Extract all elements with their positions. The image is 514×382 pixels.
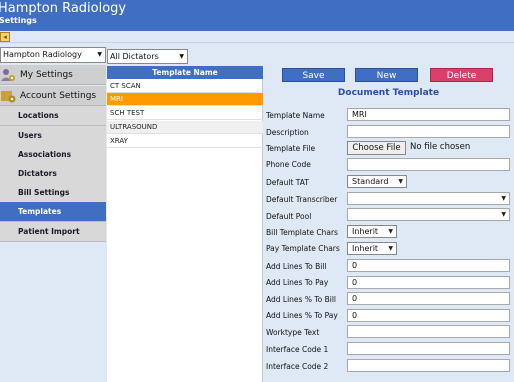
form-title: Document Template bbox=[337, 88, 440, 98]
sidebar-item-patient-import[interactable]: Patient Import bbox=[0, 222, 106, 242]
sidebar-item-locations[interactable]: Locations bbox=[0, 106, 106, 126]
phone-code-label: Phone Code bbox=[266, 160, 311, 169]
bill-template-chars-select[interactable]: Inherit ▼ bbox=[347, 225, 397, 238]
document-template-form: Save New Delete Document Template Templa… bbox=[263, 62, 514, 382]
template-list-header: Template Name bbox=[107, 66, 263, 79]
save-button[interactable]: Save bbox=[282, 68, 345, 82]
template-name-label: Template Name bbox=[266, 111, 325, 120]
template-file-label: Template File bbox=[266, 144, 316, 153]
chevron-down-icon: ▼ bbox=[501, 211, 506, 218]
description-input[interactable] bbox=[347, 125, 510, 138]
app-header: Hampton Radiology Settings bbox=[0, 0, 514, 31]
template-name-input[interactable]: MRI bbox=[347, 108, 510, 121]
template-row-mri[interactable]: MRI bbox=[107, 93, 263, 106]
interface-code-2-label: Interface Code 2 bbox=[266, 362, 329, 371]
worktype-text-input[interactable] bbox=[347, 325, 510, 338]
add-lines-pct-pay-input[interactable]: 0 bbox=[347, 309, 510, 322]
chevron-down-icon: ▼ bbox=[179, 53, 184, 60]
interface-code-1-input[interactable] bbox=[347, 342, 510, 355]
page-subtitle: Settings bbox=[0, 16, 37, 25]
back-arrow-icon[interactable]: ◂ bbox=[0, 32, 10, 42]
facility-select[interactable]: Hampton Radiology ▼ bbox=[0, 47, 106, 63]
default-tat-value: Standard bbox=[352, 177, 389, 186]
app-title: Hampton Radiology bbox=[0, 1, 127, 16]
chevron-down-icon: ▼ bbox=[97, 51, 102, 58]
new-button[interactable]: New bbox=[355, 68, 418, 82]
add-lines-pct-bill-input[interactable]: 0 bbox=[347, 292, 510, 305]
default-tat-select[interactable]: Standard ▼ bbox=[347, 175, 407, 188]
user-settings-icon bbox=[1, 69, 15, 81]
pay-template-chars-select[interactable]: Inherit ▼ bbox=[347, 242, 397, 255]
default-transcriber-select[interactable]: ▼ bbox=[347, 192, 510, 205]
default-pool-label: Default Pool bbox=[266, 212, 312, 221]
facility-select-value: Hampton Radiology bbox=[3, 50, 82, 59]
sidebar-item-dictators[interactable]: Dictators bbox=[0, 164, 106, 184]
nav-my-settings-label: My Settings bbox=[20, 70, 73, 80]
sidebar-item-templates[interactable]: Templates bbox=[0, 202, 106, 222]
default-tat-label: Default TAT bbox=[266, 178, 309, 187]
interface-code-1-label: Interface Code 1 bbox=[266, 345, 329, 354]
bill-template-chars-value: Inherit bbox=[352, 227, 379, 236]
chevron-down-icon: ▼ bbox=[501, 195, 506, 202]
chevron-down-icon: ▼ bbox=[388, 228, 393, 235]
bill-template-chars-label: Bill Template Chars bbox=[266, 228, 338, 237]
default-pool-select[interactable]: ▼ bbox=[347, 208, 510, 221]
add-lines-to-pay-input[interactable]: 0 bbox=[347, 276, 510, 289]
worktype-text-label: Worktype Text bbox=[266, 328, 320, 337]
template-row-ultrasound[interactable]: ULTRASOUND bbox=[107, 121, 263, 134]
dictator-filter-select[interactable]: All Dictators ▼ bbox=[107, 49, 188, 64]
default-transcriber-label: Default Transcriber bbox=[266, 195, 338, 204]
template-row-sch-test[interactable]: SCH TEST bbox=[107, 107, 263, 120]
add-lines-to-bill-label: Add Lines To Bill bbox=[266, 262, 327, 271]
interface-code-2-input[interactable] bbox=[347, 359, 510, 372]
nav-account-settings[interactable]: Account Settings bbox=[0, 86, 106, 106]
sidebar-item-associations[interactable]: Associations bbox=[0, 145, 106, 165]
phone-code-input[interactable] bbox=[347, 158, 510, 171]
sidebar-item-users[interactable]: Users bbox=[0, 126, 106, 146]
template-row-ct-scan[interactable]: CT SCAN bbox=[107, 80, 263, 93]
template-row-xray[interactable]: XRAY bbox=[107, 135, 263, 148]
add-lines-pct-pay-label: Add Lines % To Pay bbox=[266, 311, 338, 320]
delete-button[interactable]: Delete bbox=[430, 68, 493, 82]
add-lines-to-bill-input[interactable]: 0 bbox=[347, 259, 510, 272]
add-lines-to-pay-label: Add Lines To Pay bbox=[266, 278, 329, 287]
chevron-down-icon: ▼ bbox=[388, 245, 393, 252]
sidebar: Hampton Radiology ▼ My Settings Account … bbox=[0, 43, 107, 382]
description-label: Description bbox=[266, 128, 309, 137]
template-list: Template Name CT SCAN MRI SCH TEST ULTRA… bbox=[107, 66, 263, 382]
nav-my-settings[interactable]: My Settings bbox=[0, 65, 106, 85]
toolbar: ◂ bbox=[0, 31, 514, 43]
account-settings-icon bbox=[1, 91, 16, 103]
pay-template-chars-label: Pay Template Chars bbox=[266, 244, 340, 253]
sidebar-item-bill-settings[interactable]: Bill Settings bbox=[0, 183, 106, 203]
dictator-filter-value: All Dictators bbox=[110, 52, 159, 61]
add-lines-pct-bill-label: Add Lines % To Bill bbox=[266, 295, 337, 304]
nav-account-settings-label: Account Settings bbox=[20, 91, 97, 101]
choose-file-button[interactable]: Choose File bbox=[347, 141, 406, 155]
file-status-text: No file chosen bbox=[410, 142, 471, 152]
pay-template-chars-value: Inherit bbox=[352, 244, 379, 253]
chevron-down-icon: ▼ bbox=[398, 178, 403, 185]
